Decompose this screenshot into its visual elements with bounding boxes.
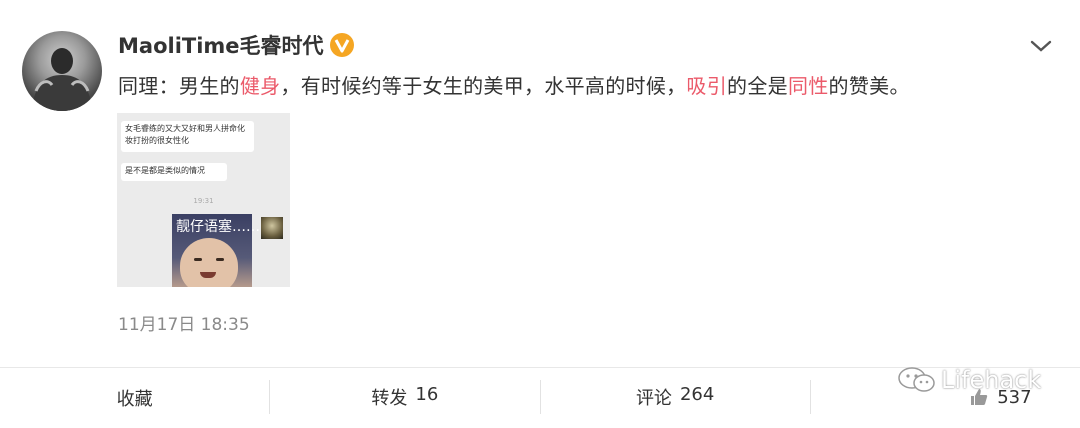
repost-count: 16 bbox=[415, 384, 439, 405]
chat-avatar bbox=[261, 217, 283, 239]
action-bar: 收藏 转发 16 评论 264 537 bbox=[0, 367, 1080, 428]
post-timestamp[interactable]: 11月17日 18:35 bbox=[118, 310, 250, 335]
comment-count: 264 bbox=[679, 384, 715, 405]
post-text-segment: ，有时候约等于女生的美甲，水平高的时候， bbox=[280, 74, 687, 98]
thumbs-up-icon bbox=[971, 388, 988, 405]
chat-bubble: 女毛睿练的又大又好和男人拼命化妆打扮的很女性化 bbox=[121, 121, 254, 152]
post-text-segment: 的赞美。 bbox=[828, 74, 910, 98]
meme-caption: 靓仔语塞…… bbox=[176, 219, 260, 235]
favorite-label: 收藏 bbox=[116, 389, 153, 410]
post-text: 同理：男生的健身，有时候约等于女生的美甲，水平高的时候，吸引的全是同性的赞美。 bbox=[118, 70, 910, 99]
repost-label: 转发 bbox=[371, 388, 408, 409]
post-text-segment: 的全是 bbox=[727, 74, 788, 98]
chat-timestamp: 19:31 bbox=[193, 197, 214, 205]
like-count: 537 bbox=[997, 386, 1032, 408]
post-text-segment: 同理：男生的 bbox=[118, 74, 240, 98]
verified-v-icon bbox=[329, 33, 354, 57]
like-button[interactable]: 537 bbox=[809, 380, 1080, 414]
comment-button[interactable]: 评论 264 bbox=[539, 380, 810, 414]
chat-bubble: 是不是都是类似的情况 bbox=[121, 163, 227, 181]
user-avatar[interactable] bbox=[22, 31, 102, 111]
post-image[interactable]: 女毛睿练的又大又好和男人拼命化妆打扮的很女性化 是不是都是类似的情况 19:31… bbox=[117, 113, 290, 287]
meme-face bbox=[180, 238, 238, 287]
username-text[interactable]: MaoliTime毛睿时代 bbox=[118, 30, 324, 60]
repost-button[interactable]: 转发 16 bbox=[269, 380, 539, 414]
hashtag-link[interactable]: 同性 bbox=[788, 74, 829, 98]
hashtag-link[interactable]: 吸引 bbox=[686, 74, 727, 98]
meme-sticker: 靓仔语塞…… bbox=[172, 214, 260, 287]
comment-label: 评论 bbox=[635, 388, 672, 409]
hashtag-link[interactable]: 健身 bbox=[240, 74, 281, 98]
username[interactable]: MaoliTime毛睿时代 bbox=[118, 30, 354, 60]
chevron-down-icon[interactable] bbox=[1028, 36, 1054, 56]
favorite-button[interactable]: 收藏 bbox=[0, 368, 269, 428]
